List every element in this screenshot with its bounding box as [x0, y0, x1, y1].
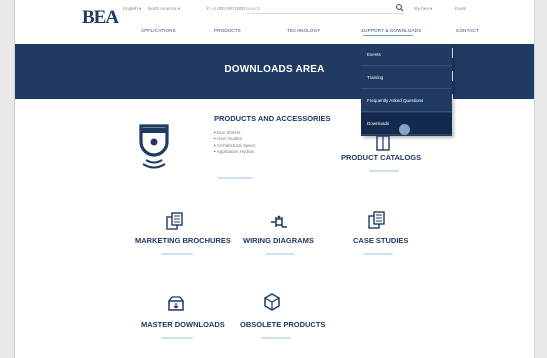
- sensor-icon: [139, 124, 169, 169]
- chevron-down-icon: ▾: [139, 6, 142, 11]
- products-accessories-title[interactable]: PRODUCTS AND ACCESSORIES: [214, 114, 331, 123]
- menu-divider: [452, 117, 453, 127]
- product-catalogs-title[interactable]: PRODUCT CATALOGS: [341, 153, 421, 162]
- case-studies-title[interactable]: CASE STUDIES: [353, 236, 408, 245]
- nav-technology[interactable]: TECHNOLOGY: [287, 28, 321, 33]
- box-icon: [264, 293, 280, 311]
- nav-applications[interactable]: APPLICATIONS: [141, 28, 176, 33]
- section-underline: [369, 170, 399, 172]
- menu-item-training[interactable]: Training: [361, 67, 453, 89]
- page-title: DOWNLOADS AREA: [224, 64, 325, 75]
- language-selector[interactable]: English ▾: [123, 6, 141, 12]
- menu-item-label: Training: [367, 75, 384, 80]
- phone-number: +1 000 000 0000: [211, 6, 245, 11]
- bea-logo[interactable]: BEA: [82, 7, 119, 29]
- region-selector[interactable]: North America ▾: [148, 6, 180, 12]
- menu-item-faq[interactable]: Frequently Asked Questions: [361, 90, 453, 112]
- section-underline: [261, 337, 291, 339]
- region-label: North America: [148, 6, 177, 11]
- menu-item-label: Frequently Asked Questions: [367, 98, 424, 103]
- support-dropdown-menu: Events Training Frequently Asked Questio…: [361, 44, 453, 136]
- products-bullet-list: Dun Sheets User Guides Architectural Spe…: [214, 130, 256, 156]
- menu-item-label: Downloads: [367, 121, 390, 126]
- page-banner: DOWNLOADS AREA: [15, 44, 534, 99]
- phone-icon: ✆: [206, 6, 210, 11]
- section-underline: [161, 337, 193, 339]
- my-bea-label: My bea: [414, 6, 429, 11]
- list-item[interactable]: Application Hydras: [214, 149, 255, 155]
- chevron-down-icon: ▾: [177, 6, 181, 11]
- menu-divider: [452, 48, 453, 58]
- mouse-cursor-highlight: [399, 124, 410, 135]
- phone-link[interactable]: ✆ +1 000 000 0000: [206, 6, 245, 12]
- active-nav-indicator: [363, 35, 413, 36]
- section-underline: [265, 253, 295, 255]
- documents-icon: [166, 212, 183, 230]
- search-icon[interactable]: [395, 3, 405, 13]
- nav-products[interactable]: PRODUCTS: [214, 28, 241, 33]
- menu-divider: [452, 94, 453, 104]
- obsolete-products-title[interactable]: OBSOLETE PRODUCTS: [240, 320, 325, 329]
- download-box-icon: [168, 296, 184, 311]
- menu-divider: [452, 71, 453, 81]
- section-underline: [363, 253, 393, 255]
- master-downloads-title[interactable]: MASTER DOWNLOADS: [141, 320, 225, 329]
- menu-item-events[interactable]: Events: [361, 44, 453, 66]
- wiring-icon: [271, 215, 287, 228]
- documents-icon: [368, 211, 385, 229]
- my-bea-link[interactable]: My bea ▾: [414, 6, 432, 12]
- section-underline: [217, 177, 253, 179]
- language-label: English: [123, 6, 138, 11]
- site-header: BEA English ▾ North America ▾ ✆ +1 000 0…: [15, 0, 534, 44]
- wiring-diagrams-title[interactable]: WIRING DIAGRAMS: [243, 236, 314, 245]
- marketing-brochures-title[interactable]: MARKETING BROCHURES: [135, 236, 231, 245]
- search-input[interactable]: Search: [246, 5, 404, 14]
- book-icon: [376, 135, 390, 151]
- chevron-down-icon: ▾: [430, 6, 433, 11]
- nav-support-downloads[interactable]: SUPPORT & DOWNLOADS: [361, 28, 421, 33]
- browser-viewport: BEA English ▾ North America ▾ ✆ +1 000 0…: [14, 0, 535, 358]
- section-underline: [161, 253, 193, 255]
- nav-contact[interactable]: CONTACT: [456, 28, 479, 33]
- menu-item-label: Events: [367, 52, 381, 57]
- event-link[interactable]: Event: [455, 6, 467, 11]
